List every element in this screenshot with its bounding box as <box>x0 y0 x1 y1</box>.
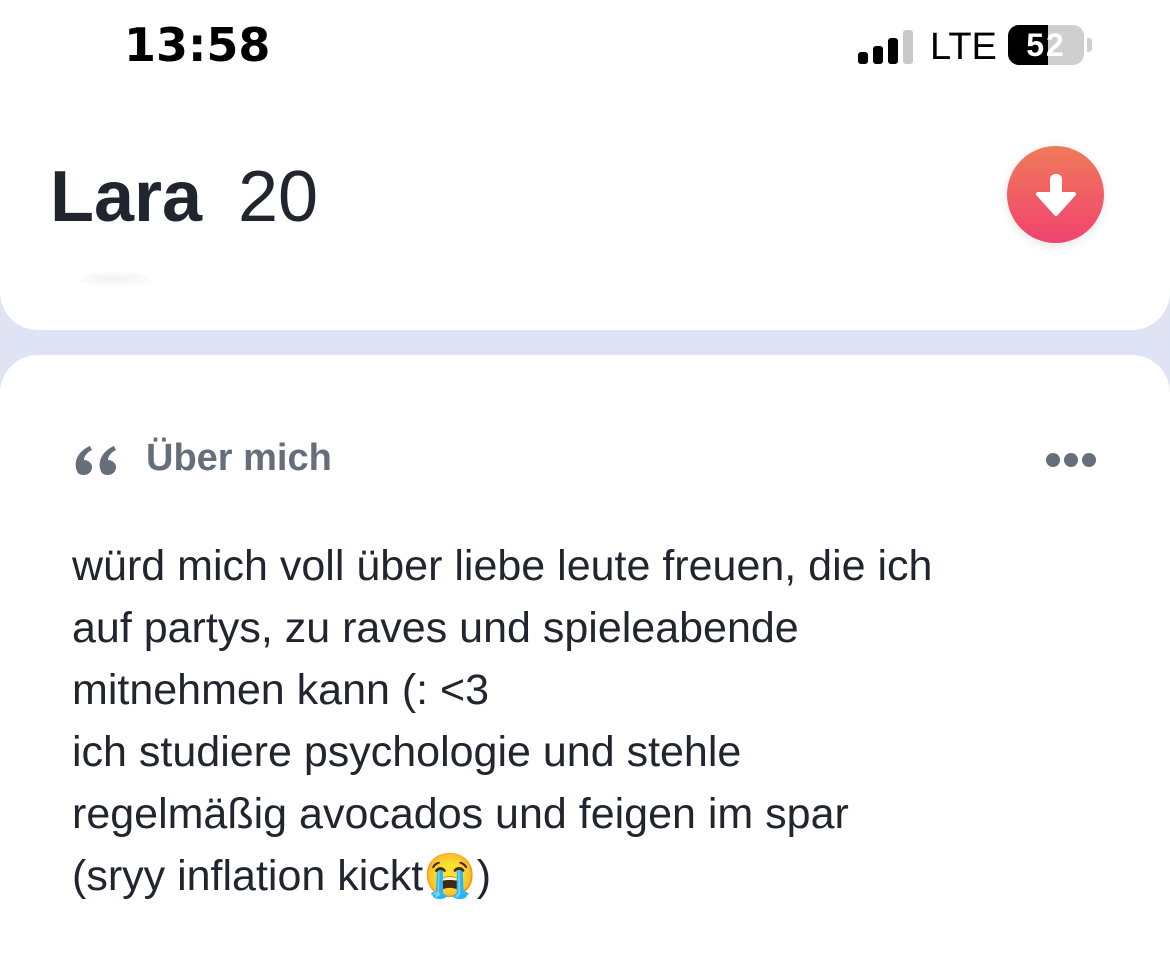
decorative-shadow <box>80 272 150 286</box>
more-options-button[interactable] <box>1040 447 1100 475</box>
battery-icon: 52 <box>1008 25 1084 65</box>
battery-level: 52 <box>1026 27 1066 63</box>
collapse-profile-button[interactable] <box>1007 146 1104 243</box>
arrow-down-icon <box>1036 174 1076 216</box>
section-title: Über mich <box>146 437 332 479</box>
about-section-card: Über mich würd mich voll über liebe leut… <box>0 355 1170 975</box>
more-dots-icon <box>1046 453 1060 467</box>
status-time: 13:58 <box>124 18 271 72</box>
more-dot <box>1082 453 1096 467</box>
battery-terminal <box>1087 38 1092 52</box>
profile-age: 20 <box>238 157 319 237</box>
bio-text: würd mich voll über liebe leute freuen, … <box>72 542 933 900</box>
profile-name: Lara <box>50 157 203 237</box>
signal-strength-icon <box>858 30 914 64</box>
quote-icon <box>75 446 116 475</box>
network-type: LTE <box>930 26 997 68</box>
more-dot <box>1064 453 1078 467</box>
status-bar: 13:58 LTE 52 <box>0 0 1170 96</box>
profile-header: Lara 20 <box>0 96 1170 330</box>
